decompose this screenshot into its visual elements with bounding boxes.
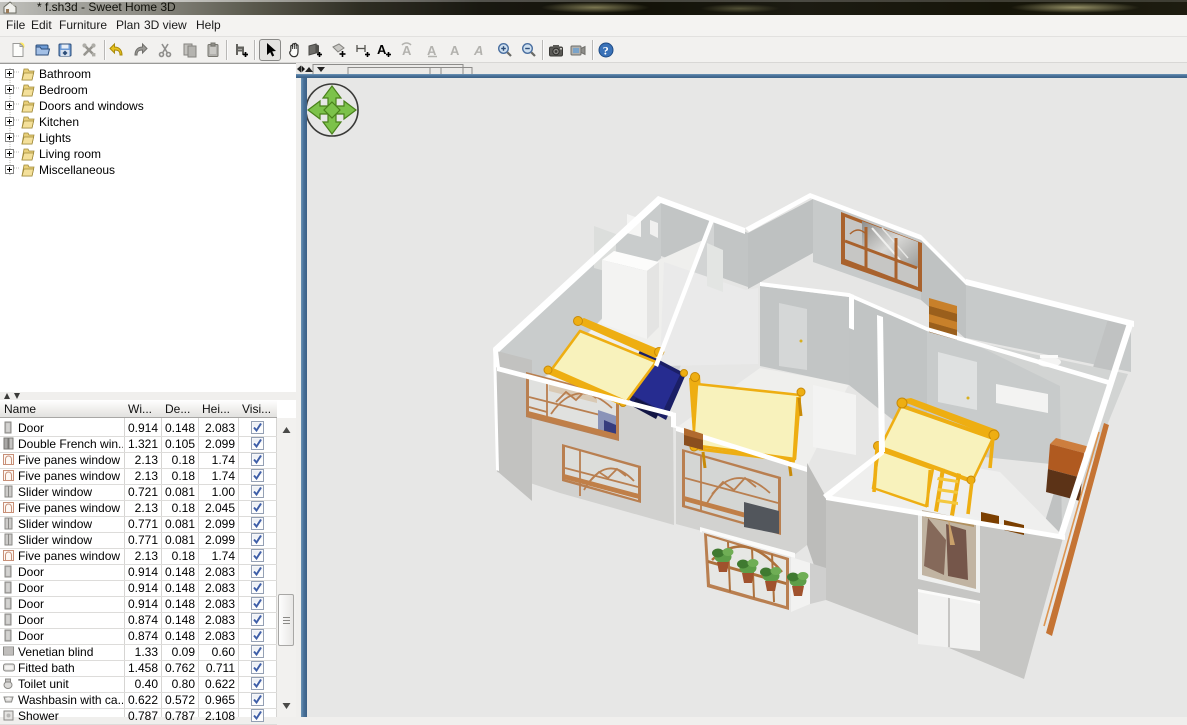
svg-text:A: A — [377, 42, 387, 57]
svg-text:A: A — [473, 43, 483, 58]
svg-text:?: ? — [603, 44, 609, 58]
svg-text:A: A — [450, 43, 460, 58]
